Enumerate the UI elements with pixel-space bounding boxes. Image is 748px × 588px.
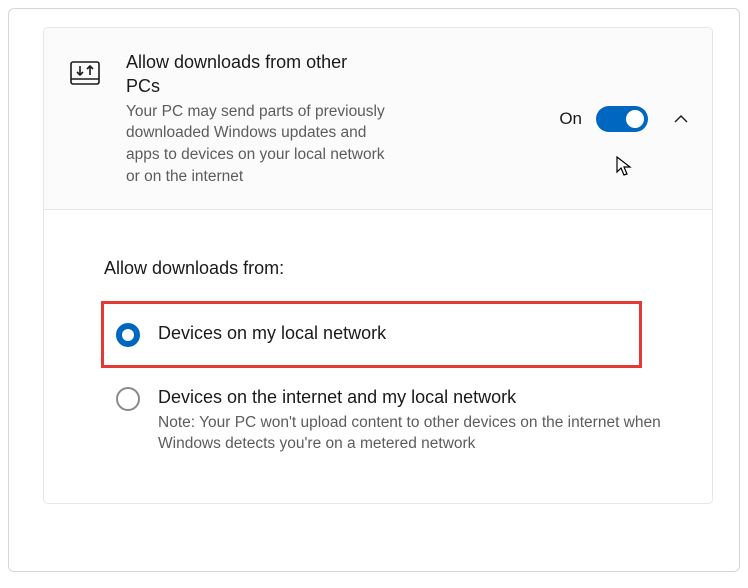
toggle-state-label: On [559,109,582,129]
radio-label: Devices on the internet and my local net… [158,386,668,409]
section-title: Allow downloads from: [104,258,682,279]
settings-panel: Allow downloads from other PCs Your PC m… [8,8,740,572]
chevron-up-icon[interactable] [672,110,690,128]
header-controls: On [559,106,690,132]
delivery-optimization-card: Allow downloads from other PCs Your PC m… [43,27,713,504]
allow-downloads-toggle[interactable] [596,106,648,132]
radio-selected-icon [116,323,140,347]
header-description: Your PC may send parts of previously dow… [126,101,386,188]
radio-unselected-icon [116,387,140,411]
radio-option-local-network[interactable]: Devices on my local network [101,301,642,368]
toggle-knob [626,110,644,128]
radio-option-internet-and-local[interactable]: Devices on the internet and my local net… [104,368,682,473]
radio-label: Devices on my local network [158,322,625,345]
header-title: Allow downloads from other PCs [126,50,386,99]
download-icon [68,56,102,90]
card-body: Allow downloads from: Devices on my loca… [44,210,712,503]
card-header[interactable]: Allow downloads from other PCs Your PC m… [44,28,712,210]
radio-text: Devices on my local network [158,322,625,345]
radio-text: Devices on the internet and my local net… [158,386,668,455]
header-text: Allow downloads from other PCs Your PC m… [126,50,386,187]
radio-note: Note: Your PC won't upload content to ot… [158,412,668,455]
